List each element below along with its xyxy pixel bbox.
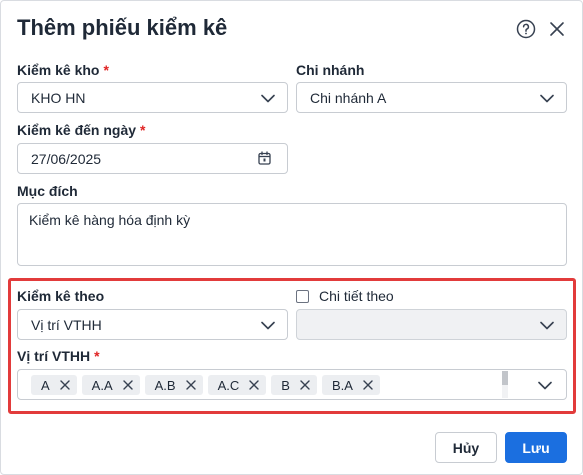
location-tag-label: A.C <box>217 377 240 393</box>
location-tag-label: A.B <box>154 377 176 393</box>
tags-scrollbar-thumb[interactable] <box>502 371 508 385</box>
branch-label: Chi nhánh <box>296 62 365 78</box>
location-tag-label: A.A <box>91 377 113 393</box>
chevron-down-icon <box>261 321 275 330</box>
detail-by-checkbox-row[interactable]: Chi tiết theo <box>296 288 394 304</box>
branch-select[interactable]: Chi nhánh A <box>296 82 567 113</box>
close-icon[interactable] <box>300 380 310 390</box>
detail-by-checkbox[interactable] <box>296 289 309 303</box>
close-icon[interactable] <box>59 380 70 390</box>
warehouse-select[interactable]: KHO HN <box>17 82 288 113</box>
location-tag-label: A <box>41 377 50 393</box>
locations-label: Vị trí VTHH * <box>17 348 100 364</box>
locations-tags: A A.A A.B A.C B B.A <box>31 375 385 395</box>
close-icon[interactable] <box>547 19 567 39</box>
purpose-label: Mục đích <box>17 183 78 199</box>
warehouse-value: KHO HN <box>31 89 86 106</box>
location-tag: B <box>271 375 317 395</box>
dialog-title: Thêm phiếu kiểm kê <box>17 15 228 40</box>
chevron-down-icon[interactable] <box>538 379 552 391</box>
close-icon[interactable] <box>185 380 196 390</box>
count-by-value: Vị trí VTHH <box>31 316 102 333</box>
chevron-down-icon <box>261 94 275 103</box>
to-date-value: 27/06/2025 <box>31 150 102 167</box>
location-tag: A.A <box>81 375 140 395</box>
locations-multiselect[interactable]: A A.A A.B A.C B B.A <box>17 369 567 400</box>
chevron-down-icon <box>540 94 554 103</box>
save-button[interactable]: Lưu <box>505 432 567 463</box>
calendar-icon[interactable] <box>258 151 271 165</box>
cancel-button[interactable]: Hủy <box>435 432 497 463</box>
branch-value: Chi nhánh A <box>310 89 387 106</box>
close-icon[interactable] <box>122 380 133 390</box>
location-tag: B.A <box>321 375 380 395</box>
to-date-label: Kiểm kê đến ngày * <box>17 122 146 138</box>
to-date-input[interactable]: 27/06/2025 <box>17 143 288 174</box>
help-icon[interactable] <box>516 19 536 39</box>
location-tag: A.C <box>207 375 267 395</box>
purpose-textarea[interactable]: Kiểm kê hàng hóa định kỳ <box>17 203 567 266</box>
close-icon[interactable] <box>249 380 259 390</box>
close-icon[interactable] <box>363 380 373 390</box>
location-tag-label: B.A <box>331 377 353 393</box>
location-tag: A <box>31 375 77 395</box>
location-tag: A.B <box>144 375 203 395</box>
count-by-label: Kiểm kê theo <box>17 288 105 304</box>
add-inventory-dialog: Thêm phiếu kiểm kê Kiểm kê kho * KHO HN C… <box>0 0 583 475</box>
chevron-down-icon <box>540 321 554 330</box>
location-tag-label: B <box>281 377 290 393</box>
warehouse-label: Kiểm kê kho * <box>17 62 109 78</box>
detail-by-label: Chi tiết theo <box>319 288 394 304</box>
count-by-select[interactable]: Vị trí VTHH <box>17 309 288 340</box>
detail-by-select <box>296 309 567 340</box>
